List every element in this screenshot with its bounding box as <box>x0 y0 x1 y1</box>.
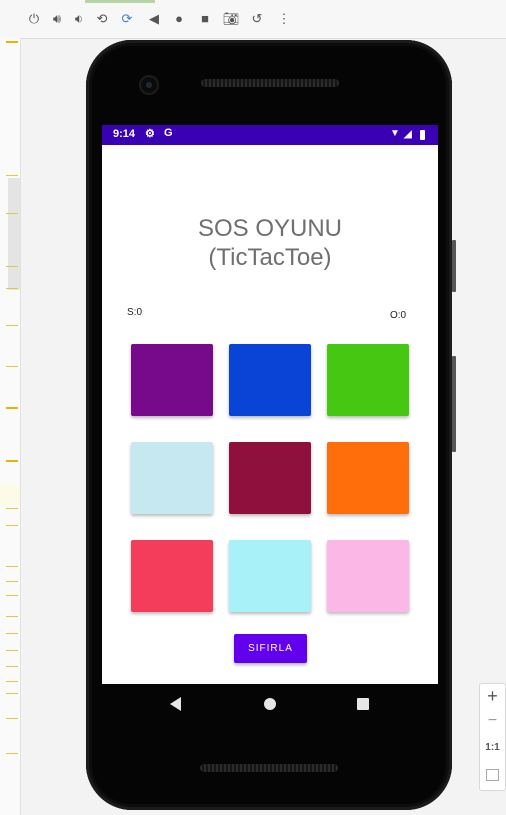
page-title: SOS OYUNU (TicTacToe) <box>102 214 438 272</box>
gutter-marker <box>6 693 18 694</box>
home-icon[interactable]: ● <box>172 12 186 26</box>
device-screen: 9:14 ⚙ G ▼ ◢ SOS OYUNU (TicTacToe) S:0 O… <box>102 125 438 684</box>
board-cell-8[interactable] <box>229 540 311 612</box>
wifi-icon: ▼ <box>390 128 400 139</box>
gutter-marker <box>6 633 18 634</box>
editor-gutter <box>0 38 21 815</box>
rotate-left-icon[interactable]: ⟲ <box>95 12 109 26</box>
navigation-bar <box>102 684 438 724</box>
status-time: 9:14 <box>113 128 136 140</box>
gutter-marker <box>6 288 18 289</box>
emulator-toolbar: ⏻ 🔊︎ 🔉︎ ⟲ ⟳ ◀ ● ■ 📷︎ ↺ ⋮ <box>0 0 506 39</box>
gutter-marker <box>6 41 18 43</box>
line-highlight <box>0 484 20 506</box>
replay-icon[interactable]: ↺ <box>250 12 264 26</box>
gutter-marker <box>6 595 18 596</box>
nav-back-icon[interactable] <box>170 697 181 711</box>
status-bar: 9:14 ⚙ G ▼ ◢ <box>102 125 438 145</box>
earpiece-speaker <box>201 79 339 87</box>
score-s: S:0 <box>127 307 143 318</box>
title-line-1: SOS OYUNU <box>197 215 343 242</box>
zoom-in-button[interactable]: + <box>480 686 505 707</box>
camera-icon[interactable]: 📷︎ <box>223 12 240 26</box>
gutter-marker <box>6 175 18 176</box>
gutter-marker <box>6 366 18 367</box>
volume-side-button[interactable] <box>452 356 456 452</box>
fit-screen-icon[interactable] <box>486 769 499 781</box>
score-o: O:0 <box>390 310 407 321</box>
board-cell-7[interactable] <box>131 540 213 612</box>
reset-button[interactable]: SIFIRLA <box>234 634 307 663</box>
settings-icon: ⚙ <box>145 128 155 140</box>
more-icon[interactable]: ⋮ <box>277 12 291 26</box>
gutter-marker <box>6 566 18 567</box>
google-icon: G <box>164 127 173 139</box>
battery-icon <box>420 130 425 140</box>
scrollbar[interactable] <box>8 178 20 290</box>
front-camera-icon <box>141 77 157 93</box>
gutter-marker <box>6 407 18 409</box>
zoom-actual-size-button[interactable]: 1:1 <box>480 742 505 753</box>
zoom-controls: + − 1:1 <box>479 683 506 791</box>
power-side-button[interactable] <box>452 240 456 292</box>
board-cell-9[interactable] <box>327 540 409 612</box>
gutter-marker <box>6 325 18 326</box>
tab-indicator <box>85 0 155 3</box>
volume-down-icon[interactable]: 🔉︎ <box>72 12 86 26</box>
overview-icon[interactable]: ■ <box>198 12 212 26</box>
bottom-speaker <box>200 764 338 772</box>
rotate-right-icon[interactable]: ⟳ <box>120 12 134 26</box>
signal-icon: ◢ <box>404 129 412 140</box>
gutter-marker <box>6 266 18 267</box>
gutter-marker <box>6 460 18 462</box>
gutter-marker <box>6 525 18 526</box>
title-line-2: (TicTacToe) <box>208 244 332 271</box>
gutter-marker <box>6 650 18 651</box>
gutter-marker <box>6 681 18 682</box>
volume-up-icon[interactable]: 🔊︎ <box>50 12 64 26</box>
power-icon[interactable]: ⏻ <box>27 12 41 26</box>
board-cell-2[interactable] <box>229 344 311 416</box>
gutter-marker <box>6 581 18 582</box>
board-cell-4[interactable] <box>131 442 213 514</box>
board-cell-3[interactable] <box>327 344 409 416</box>
gutter-marker <box>6 753 18 754</box>
nav-recents-icon[interactable] <box>357 698 369 710</box>
nav-home-icon[interactable] <box>264 698 276 710</box>
back-icon[interactable]: ◀ <box>147 12 161 26</box>
gutter-marker <box>6 718 18 719</box>
gutter-marker <box>6 213 18 214</box>
zoom-out-button[interactable]: − <box>480 712 505 730</box>
gutter-marker <box>6 666 18 667</box>
board-cell-1[interactable] <box>131 344 213 416</box>
gutter-marker <box>6 508 18 509</box>
gutter-marker <box>6 616 18 617</box>
board-cell-6[interactable] <box>327 442 409 514</box>
board-cell-5[interactable] <box>229 442 311 514</box>
